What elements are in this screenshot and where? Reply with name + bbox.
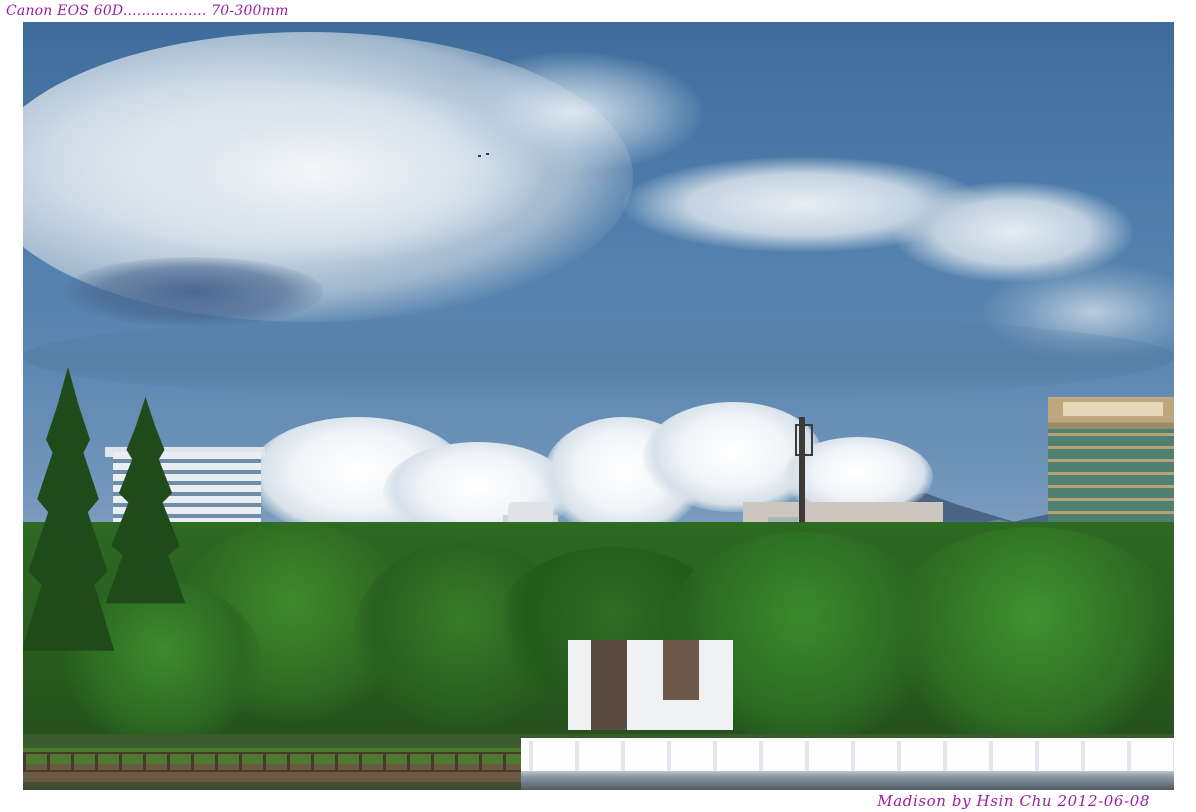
bird — [486, 153, 489, 155]
wooden-fence — [23, 752, 523, 772]
bridge-railing — [521, 738, 1174, 771]
landscape-photo — [23, 22, 1174, 790]
bird — [478, 155, 481, 157]
monument-pillar — [591, 640, 627, 730]
tree-canopy — [883, 527, 1174, 747]
building-sign — [1063, 402, 1163, 416]
monument-sculpture — [663, 640, 699, 700]
signature-caption: Madison by Hsin Chu 2012-06-08 — [877, 792, 1150, 810]
cloud-wisp — [443, 52, 703, 172]
camera-caption: Canon EOS 60D.................. 70-300mm — [6, 3, 289, 19]
cloud-band — [23, 312, 1174, 402]
cloud-shadow — [63, 257, 323, 327]
radio-tower-top — [795, 424, 813, 456]
